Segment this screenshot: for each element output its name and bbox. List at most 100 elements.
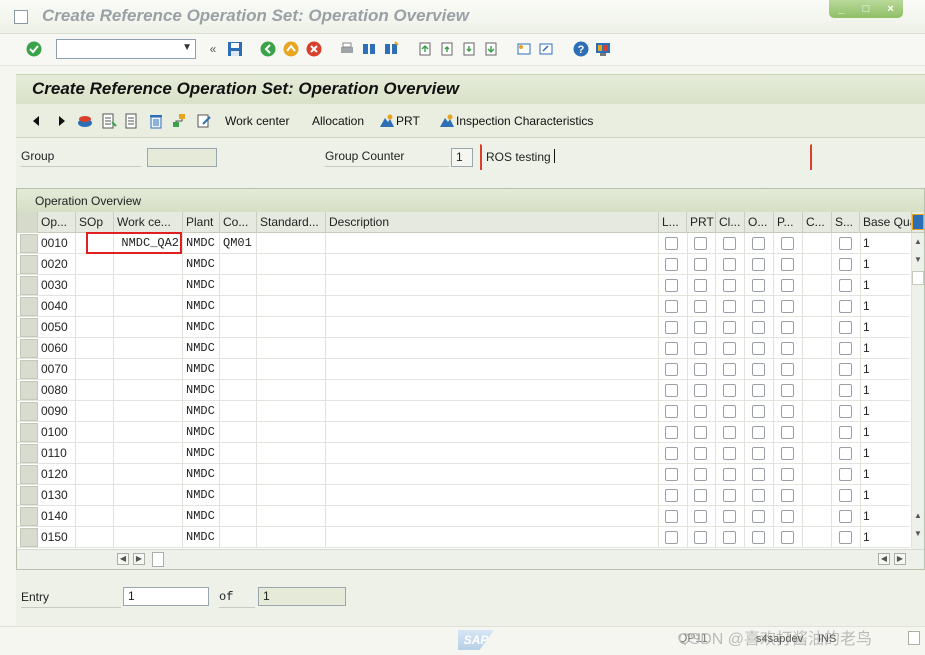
minimize-button[interactable]: _ (834, 3, 848, 15)
cell-description[interactable] (326, 464, 659, 485)
row-checkbox[interactable] (752, 321, 765, 334)
col-p[interactable]: P... (774, 212, 803, 233)
cell-work-center[interactable] (114, 527, 183, 548)
cell-work-center[interactable] (114, 443, 183, 464)
cell-standard-text[interactable] (257, 464, 326, 485)
row-checkbox[interactable] (723, 279, 736, 292)
row-checkbox[interactable] (665, 279, 678, 292)
row-selector[interactable] (20, 381, 38, 400)
cell-standard-text[interactable] (257, 233, 326, 254)
row-checkbox[interactable] (694, 321, 707, 334)
find-icon[interactable] (361, 41, 377, 57)
row-checkbox[interactable] (723, 258, 736, 271)
row-selector[interactable] (20, 444, 38, 463)
cell-operation[interactable]: 0090 (38, 401, 76, 422)
cell-base-quantity[interactable]: 1 (860, 359, 912, 380)
table-row[interactable]: 0090 NMDC 1 (17, 401, 912, 422)
row-checkbox[interactable] (839, 447, 852, 460)
customize-layout-icon[interactable] (595, 41, 611, 57)
cell-description[interactable] (326, 527, 659, 548)
scroll-right-icon[interactable]: ▶ (133, 553, 145, 565)
cell-operation[interactable]: 0110 (38, 443, 76, 464)
work-center-button[interactable]: Work center (225, 114, 289, 128)
table-row[interactable]: 0120 NMDC 1 (17, 464, 912, 485)
cell-plant[interactable]: NMDC (183, 254, 220, 275)
col-c[interactable]: C... (803, 212, 832, 233)
group-field[interactable] (147, 148, 217, 167)
col-cl[interactable]: Cl... (716, 212, 745, 233)
cell-standard-text[interactable] (257, 527, 326, 548)
cell-work-center[interactable] (114, 296, 183, 317)
edit-icon[interactable] (196, 113, 212, 129)
cell-operation[interactable]: 0130 (38, 485, 76, 506)
save-icon[interactable] (227, 41, 243, 57)
cell-control-key[interactable]: QM01 (220, 233, 257, 254)
row-selector[interactable] (20, 507, 38, 526)
back-icon[interactable] (260, 41, 276, 57)
col-description[interactable]: Description (326, 212, 659, 233)
row-checkbox[interactable] (694, 279, 707, 292)
row-checkbox[interactable] (723, 447, 736, 460)
row-selector[interactable] (20, 276, 38, 295)
row-checkbox[interactable] (694, 300, 707, 313)
row-checkbox[interactable] (781, 510, 794, 523)
scroll-thumb[interactable] (912, 271, 924, 285)
cell-plant[interactable]: NMDC (183, 275, 220, 296)
cell-standard-text[interactable] (257, 380, 326, 401)
cell-control-key[interactable] (220, 359, 257, 380)
cell-operation[interactable]: 0050 (38, 317, 76, 338)
row-checkbox[interactable] (665, 531, 678, 544)
row-checkbox[interactable] (665, 426, 678, 439)
cell-base-quantity[interactable]: 1 (860, 275, 912, 296)
row-checkbox[interactable] (752, 237, 765, 250)
cell-operation[interactable]: 0120 (38, 464, 76, 485)
cell-plant[interactable]: NMDC (183, 359, 220, 380)
cell-sop[interactable] (76, 527, 114, 548)
row-selector[interactable] (20, 528, 38, 547)
cell-plant[interactable]: NMDC (183, 338, 220, 359)
cell-base-quantity[interactable]: 1 (860, 338, 912, 359)
row-checkbox[interactable] (665, 384, 678, 397)
col-l[interactable]: L... (659, 212, 687, 233)
cell-description[interactable] (326, 401, 659, 422)
cell-standard-text[interactable] (257, 485, 326, 506)
row-checkbox[interactable] (694, 237, 707, 250)
row-checkbox[interactable] (665, 489, 678, 502)
cell-description[interactable] (326, 422, 659, 443)
row-checkbox[interactable] (781, 363, 794, 376)
row-checkbox[interactable] (723, 300, 736, 313)
row-checkbox[interactable] (694, 468, 707, 481)
select-all-icon[interactable] (124, 113, 140, 129)
document-list-icon[interactable] (101, 113, 117, 129)
row-checkbox[interactable] (781, 468, 794, 481)
table-row[interactable]: 0140 NMDC 1 (17, 506, 912, 527)
row-checkbox[interactable] (752, 447, 765, 460)
col-prt[interactable]: PRT (687, 212, 716, 233)
row-selector[interactable] (20, 339, 38, 358)
row-checkbox[interactable] (694, 258, 707, 271)
row-checkbox[interactable] (752, 279, 765, 292)
row-selector[interactable] (20, 360, 38, 379)
cell-base-quantity[interactable]: 1 (860, 233, 912, 254)
cell-plant[interactable]: NMDC (183, 422, 220, 443)
previous-arrow-icon[interactable] (28, 113, 44, 129)
row-checkbox[interactable] (781, 300, 794, 313)
row-checkbox[interactable] (665, 405, 678, 418)
table-row[interactable]: 0110 NMDC 1 (17, 443, 912, 464)
cell-sop[interactable] (76, 254, 114, 275)
cell-control-key[interactable] (220, 401, 257, 422)
row-checkbox[interactable] (781, 384, 794, 397)
cell-description[interactable] (326, 275, 659, 296)
cell-sop[interactable] (76, 443, 114, 464)
row-checkbox[interactable] (752, 468, 765, 481)
table-settings-icon[interactable] (912, 214, 924, 230)
row-checkbox[interactable] (839, 405, 852, 418)
col-plant[interactable]: Plant (183, 212, 220, 233)
scroll-page-down-icon[interactable]: ▼ (912, 255, 924, 267)
row-checkbox[interactable] (723, 426, 736, 439)
cell-work-center[interactable] (114, 464, 183, 485)
cell-description[interactable] (326, 506, 659, 527)
table-row[interactable]: 0100 NMDC 1 (17, 422, 912, 443)
row-selector[interactable] (20, 486, 38, 505)
cell-base-quantity[interactable]: 1 (860, 443, 912, 464)
